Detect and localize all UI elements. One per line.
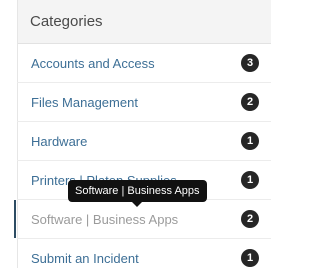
category-item-submit-an-incident[interactable]: Submit an Incident 1 [17, 239, 271, 268]
categories-panel: Categories Accounts and Access 3 Files M… [14, 0, 271, 268]
categories-header: Categories [17, 0, 271, 44]
categories-title: Categories [30, 13, 103, 30]
category-item-software-business-apps[interactable]: Software | Business Apps 2 [14, 200, 271, 239]
count-badge: 1 [241, 171, 259, 189]
category-label: Software | Business Apps [31, 212, 179, 227]
count-badge: 2 [241, 210, 259, 228]
category-item-files-management[interactable]: Files Management 2 [17, 83, 271, 122]
category-label: Accounts and Access [31, 56, 155, 71]
category-label: Hardware [31, 134, 88, 149]
tooltip: Software | Business Apps [68, 180, 207, 207]
count-badge: 2 [241, 93, 259, 111]
category-label: Submit an Incident [31, 251, 139, 266]
category-label: Files Management [31, 95, 138, 110]
category-item-hardware[interactable]: Hardware 1 [17, 122, 271, 161]
count-badge: 3 [241, 54, 259, 72]
count-badge: 1 [241, 249, 259, 267]
count-badge: 1 [241, 132, 259, 150]
category-item-accounts-and-access[interactable]: Accounts and Access 3 [17, 44, 271, 83]
